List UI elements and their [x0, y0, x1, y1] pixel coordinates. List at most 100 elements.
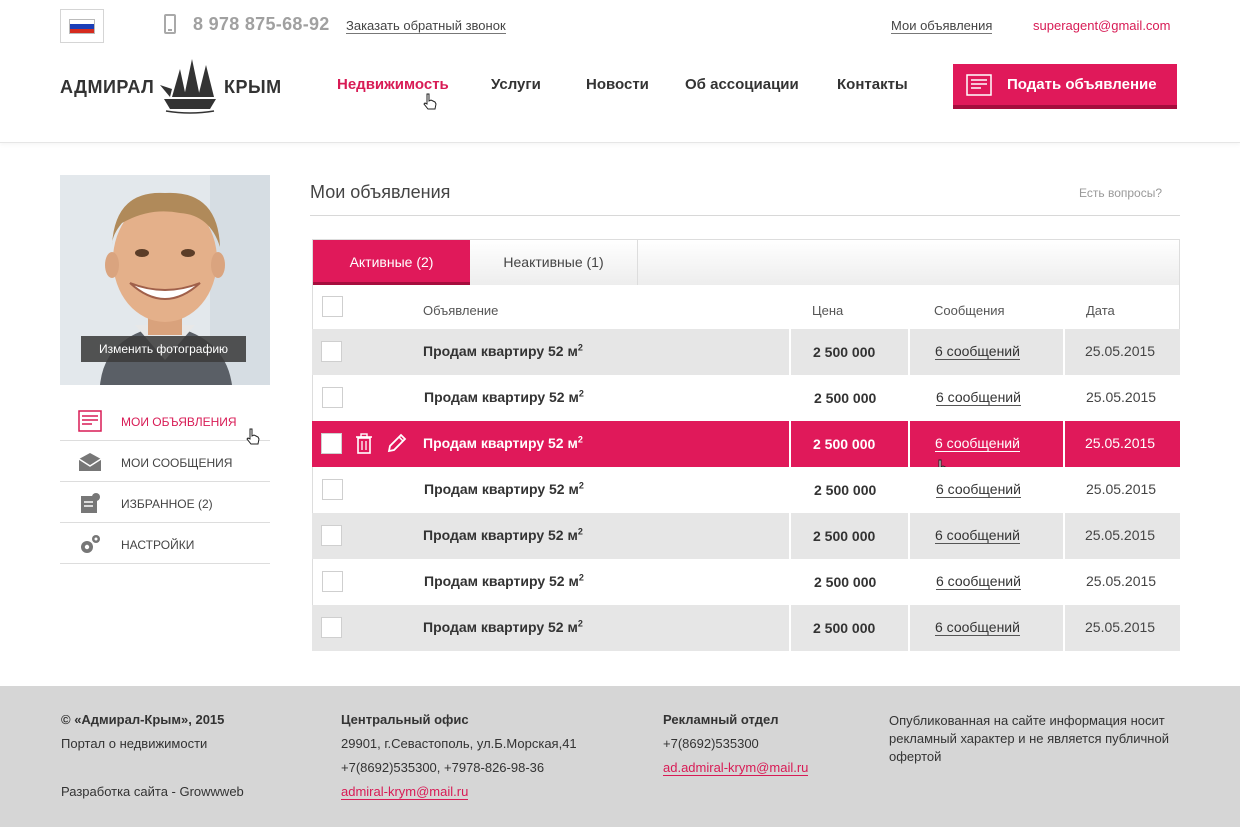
site-footer: © «Адмирал-Крым», 2015 Портал о недвижим… — [0, 686, 1240, 827]
cell-date: 25.05.2015 — [1065, 421, 1180, 467]
messages-link[interactable]: 6 сообщений — [935, 435, 1020, 452]
divider — [310, 215, 1180, 216]
change-photo-button[interactable]: Изменить фотографию — [81, 336, 246, 362]
ad-price: 2 500 000 — [813, 436, 876, 452]
page-title: Мои объявления — [310, 182, 451, 202]
messages-link[interactable]: 6 сообщений — [935, 619, 1020, 636]
ad-title[interactable]: Продам квартиру 52 м2 — [424, 389, 584, 405]
phone-icon — [164, 14, 176, 34]
ad-price: 2 500 000 — [813, 344, 876, 360]
nav-real-estate[interactable]: Недвижимость — [337, 76, 449, 93]
table-row[interactable]: Продам квартиру 52 м2 2 500 000 6 сообщени… — [312, 513, 1180, 559]
sidebar-menu: Мои объявления Мои сообщения Избранное (… — [60, 400, 270, 564]
footer-ads-phone: +7(8692)535300 — [663, 736, 759, 751]
nav-contacts[interactable]: Контакты — [837, 76, 908, 93]
row-checkbox[interactable] — [321, 341, 342, 362]
ad-title[interactable]: Продам квартиру 52 м2 — [424, 481, 584, 497]
footer-developer[interactable]: Разработка сайта - Growwweb — [61, 784, 244, 799]
messages-link[interactable]: 6 сообщений — [936, 573, 1021, 590]
cell-title: Продам квартиру 52 м2 — [312, 329, 789, 375]
user-email-link[interactable]: superagent@gmail.com — [1033, 18, 1170, 33]
row-checkbox[interactable] — [321, 525, 342, 546]
table-row[interactable]: Продам квартиру 52 м2 2 500 000 6 сообщени… — [312, 559, 1181, 605]
cell-price: 2 500 000 — [792, 375, 909, 421]
ad-date: 25.05.2015 — [1085, 619, 1156, 635]
messages-link[interactable]: 6 сообщений — [936, 481, 1021, 498]
my-ads-link[interactable]: Мои объявления — [891, 18, 993, 34]
listing-icon — [78, 410, 102, 432]
nav-news[interactable]: Новости — [586, 76, 649, 93]
messages-link[interactable]: 6 сообщений — [936, 389, 1021, 406]
ship-logo-icon[interactable] — [158, 55, 222, 115]
cell-messages: 6 сообщений — [910, 513, 1063, 559]
post-ad-label: Подать объявление — [1007, 76, 1157, 93]
column-header-title: Объявление — [423, 303, 499, 318]
footer-ads-email[interactable]: ad.admiral-krym@mail.ru — [663, 760, 809, 776]
ad-title[interactable]: Продам квартиру 52 м2 — [423, 619, 583, 635]
footer-disclaimer: Опубликованная на сайте информация носит… — [889, 713, 1169, 764]
cell-price: 2 500 000 — [791, 513, 908, 559]
ad-price: 2 500 000 — [814, 574, 877, 590]
logo-text-right[interactable]: КРЫМ — [224, 77, 282, 98]
row-checkbox[interactable] — [321, 433, 342, 454]
select-all-checkbox[interactable] — [322, 296, 343, 317]
sidebar-item-settings[interactable]: Настройки — [60, 523, 270, 564]
row-checkbox[interactable] — [322, 479, 343, 500]
table-row[interactable]: Продам квартиру 52 м2 2 500 000 6 сообщени… — [312, 329, 1180, 375]
ad-date: 25.05.2015 — [1085, 527, 1156, 543]
ad-date: 25.05.2015 — [1086, 389, 1157, 405]
envelope-icon — [78, 453, 102, 471]
tab-active[interactable]: Активные (2) — [313, 240, 470, 285]
footer-office-title: Центральный офис — [341, 712, 469, 727]
russian-flag-icon[interactable] — [60, 9, 104, 43]
cell-date: 25.05.2015 — [1065, 605, 1180, 651]
sidebar-item-my-ads[interactable]: Мои объявления — [60, 400, 270, 445]
callback-link[interactable]: Заказать обратный звонок — [346, 18, 506, 34]
cell-date: 25.05.2015 — [1065, 329, 1180, 375]
ad-title[interactable]: Продам квартиру 52 м2 — [424, 573, 584, 589]
footer-portal: Портал о недвижимости — [61, 736, 208, 751]
nav-services[interactable]: Услуги — [491, 76, 541, 93]
row-checkbox[interactable] — [321, 617, 342, 638]
sidebar-item-label: Мои сообщения — [121, 456, 233, 470]
messages-link[interactable]: 6 сообщений — [935, 527, 1020, 544]
nav-association[interactable]: Об ассоциации — [685, 76, 799, 93]
footer-office-email[interactable]: admiral-krym@mail.ru — [341, 784, 469, 800]
ad-date: 25.05.2015 — [1086, 573, 1157, 589]
questions-link[interactable]: Есть вопросы? — [1079, 186, 1162, 200]
row-checkbox[interactable] — [322, 571, 343, 592]
sidebar-item-my-messages[interactable]: Мои сообщения — [60, 441, 270, 482]
sidebar-item-label: Избранное (2) — [121, 497, 213, 511]
ad-price: 2 500 000 — [813, 620, 876, 636]
table-row[interactable]: Продам квартиру 52 м2 2 500 000 6 сообщени… — [312, 605, 1180, 651]
cell-title: Продам квартиру 52 м2 — [312, 513, 789, 559]
footer-ads-title: Рекламный отдел — [663, 712, 779, 727]
table-row[interactable]: Продам квартиру 52 м2 2 500 000 6 сообщени… — [312, 421, 1180, 476]
ad-date: 25.05.2015 — [1085, 343, 1156, 359]
row-checkbox[interactable] — [322, 387, 343, 408]
ad-title[interactable]: Продам квартиру 52 м2 — [423, 343, 583, 359]
ad-date: 25.05.2015 — [1086, 481, 1157, 497]
pencil-icon[interactable] — [386, 432, 408, 454]
post-ad-button[interactable]: Подать объявление — [953, 64, 1177, 109]
footer-office-phones: +7(8692)535300, +7978-826-98-36 — [341, 760, 545, 775]
sidebar-item-label: Мои объявления — [121, 415, 237, 429]
cell-price: 2 500 000 — [791, 605, 908, 651]
cell-messages: 6 сообщений — [910, 421, 1063, 467]
listing-icon — [966, 74, 992, 96]
trash-icon[interactable] — [355, 433, 373, 454]
tab-inactive[interactable]: Неактивные (1) — [470, 240, 638, 285]
cell-title: Продам квартиру 52 м2 — [313, 467, 790, 513]
cell-date: 25.05.2015 — [1066, 559, 1181, 605]
ad-price: 2 500 000 — [814, 482, 877, 498]
ad-price: 2 500 000 — [813, 528, 876, 544]
table-row[interactable]: Продам квартиру 52 м2 2 500 000 6 сообщени… — [312, 375, 1181, 421]
cell-messages: 6 сообщений — [911, 467, 1064, 513]
ad-title[interactable]: Продам квартиру 52 м2 — [423, 435, 583, 451]
tabs-bar: Активные (2) Неактивные (1) — [312, 239, 1180, 285]
messages-link[interactable]: 6 сообщений — [935, 343, 1020, 360]
ad-title[interactable]: Продам квартиру 52 м2 — [423, 527, 583, 543]
logo-text-left[interactable]: АДМИРАЛ — [60, 77, 154, 98]
sidebar-item-favorites[interactable]: Избранное (2) — [60, 482, 270, 523]
table-row[interactable]: Продам квартиру 52 м2 2 500 000 6 сообщени… — [312, 467, 1181, 513]
